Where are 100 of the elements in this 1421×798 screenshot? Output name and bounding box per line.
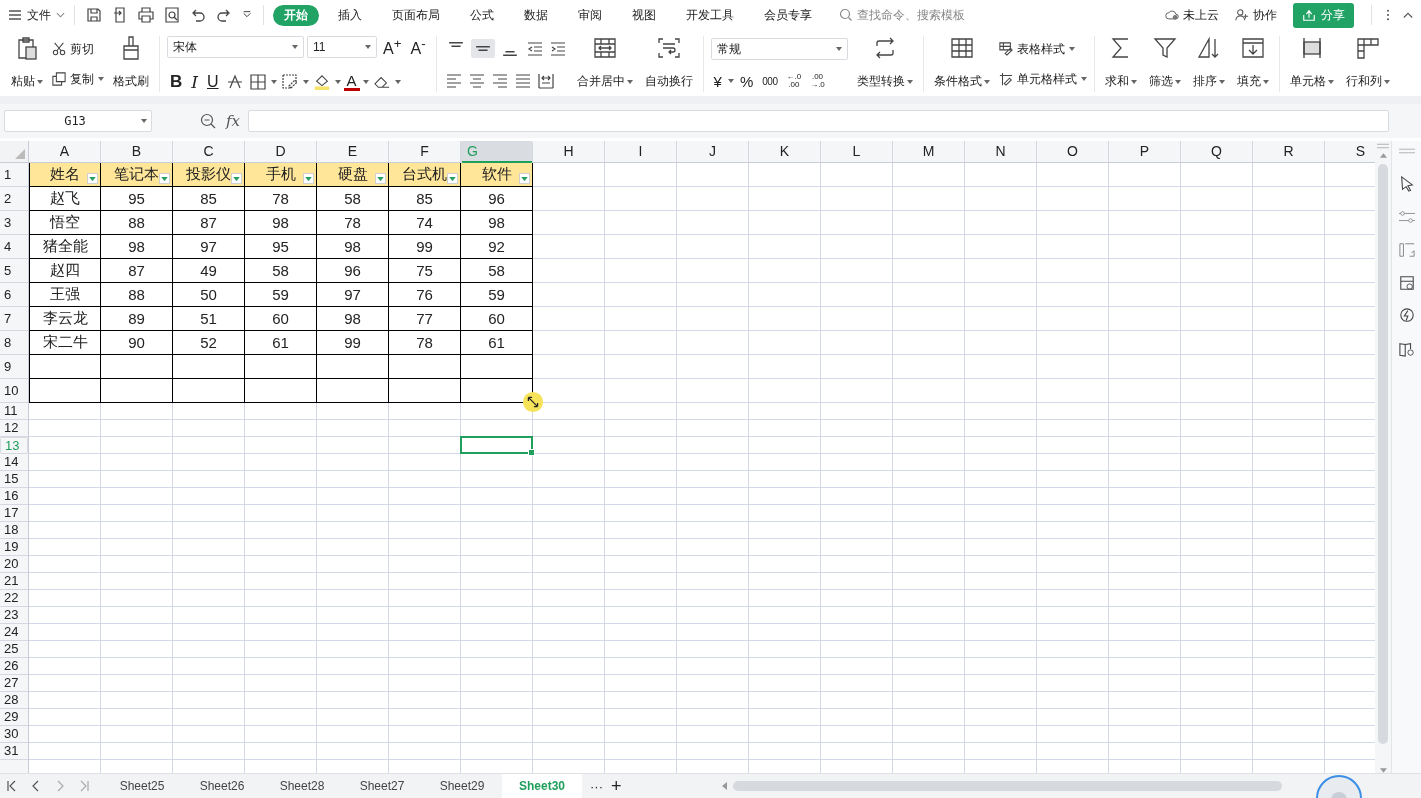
- row-header[interactable]: 15: [0, 471, 28, 488]
- collaborate-button[interactable]: 协作: [1235, 6, 1277, 24]
- row-header[interactable]: 24: [0, 624, 28, 641]
- thousands-separator-button[interactable]: 000: [759, 75, 781, 87]
- filter-dropdown-button[interactable]: [159, 173, 170, 184]
- formula-input[interactable]: [248, 110, 1389, 132]
- conditional-format-button[interactable]: 条件格式: [930, 32, 993, 96]
- row-header[interactable]: 28: [0, 692, 28, 709]
- copy-button[interactable]: 复制: [52, 70, 104, 88]
- row-header[interactable]: 18: [0, 522, 28, 539]
- increase-font-size-button[interactable]: A$^{+}$: [380, 35, 405, 59]
- row-header[interactable]: 6: [0, 283, 28, 307]
- row-header[interactable]: 29: [0, 709, 28, 726]
- row-header[interactable]: 11: [0, 403, 28, 420]
- vertical-align-button[interactable]: [470, 39, 495, 59]
- row-header[interactable]: 3: [0, 211, 28, 235]
- align-left-icon[interactable]: [445, 72, 462, 89]
- decrease-indent-icon[interactable]: [526, 40, 543, 57]
- percent-button[interactable]: %: [736, 72, 757, 90]
- format-painter-button[interactable]: 格式刷: [110, 32, 152, 96]
- add-sheet-button[interactable]: +: [611, 775, 622, 797]
- column-header[interactable]: N: [965, 141, 1037, 163]
- save-icon[interactable]: [86, 7, 102, 23]
- column-header[interactable]: H: [533, 141, 605, 163]
- print-preview-icon[interactable]: [164, 7, 180, 23]
- column-header[interactable]: M: [893, 141, 965, 163]
- pointer-icon[interactable]: [1398, 176, 1415, 192]
- sliders-icon[interactable]: [1398, 209, 1415, 225]
- ribbon-tab[interactable]: 视图: [621, 4, 667, 26]
- file-menu[interactable]: 文件: [8, 6, 65, 24]
- column-header[interactable]: R: [1253, 141, 1325, 163]
- justify-icon[interactable]: [514, 72, 531, 89]
- print-icon[interactable]: [138, 7, 154, 23]
- column-header[interactable]: Q: [1181, 141, 1253, 163]
- cell-style-button[interactable]: 单元格样式: [998, 70, 1087, 88]
- ribbon-tab[interactable]: 数据: [513, 4, 559, 26]
- paste-button[interactable]: 粘贴: [8, 32, 46, 96]
- insert-function-button[interactable]: fx: [226, 112, 240, 130]
- row-header[interactable]: 8: [0, 331, 28, 355]
- row-header[interactable]: 1: [0, 163, 28, 187]
- row-header[interactable]: 14: [0, 454, 28, 471]
- table-style-button[interactable]: 表格样式: [998, 40, 1087, 58]
- column-header[interactable]: P: [1109, 141, 1181, 163]
- row-header[interactable]: 30: [0, 726, 28, 743]
- ribbon-tab[interactable]: 开发工具: [675, 4, 745, 26]
- column-header[interactable]: L: [821, 141, 893, 163]
- sum-button[interactable]: 求和: [1101, 32, 1140, 96]
- align-center-icon[interactable]: [468, 72, 485, 89]
- filter-dropdown-button[interactable]: [303, 173, 314, 184]
- column-header[interactable]: F: [389, 141, 461, 163]
- row-header[interactable]: 31: [0, 743, 28, 760]
- previous-sheet-icon[interactable]: [31, 780, 41, 792]
- cell-button[interactable]: 单元格: [1286, 32, 1337, 96]
- row-header[interactable]: 16: [0, 488, 28, 505]
- strikethrough-icon[interactable]: [226, 74, 243, 91]
- merge-center-button[interactable]: 合并居中: [573, 32, 636, 96]
- underline-button[interactable]: U: [204, 73, 222, 92]
- distributed-align-icon[interactable]: [537, 72, 554, 89]
- transform-icon[interactable]: [1398, 242, 1415, 258]
- ribbon-tab[interactable]: 会员专享: [753, 4, 823, 26]
- decrease-font-size-button[interactable]: A$^{-}$: [407, 35, 429, 59]
- ribbon-tab[interactable]: 页面布局: [381, 4, 451, 26]
- row-header[interactable]: 10: [0, 379, 28, 403]
- book-search-icon[interactable]: [1398, 341, 1415, 357]
- type-convert-button[interactable]: 类型转换: [853, 32, 916, 96]
- ribbon-tab[interactable]: 公式: [459, 4, 505, 26]
- increase-indent-icon[interactable]: [549, 40, 566, 57]
- row-header[interactable]: 22: [0, 590, 28, 607]
- cut-button[interactable]: 剪切: [52, 40, 104, 58]
- fill-color-icon[interactable]: [313, 74, 330, 91]
- sheet-tab[interactable]: Sheet29: [422, 774, 502, 798]
- ribbon-tab[interactable]: 审阅: [567, 4, 613, 26]
- command-search[interactable]: 查找命令、搜索模板: [839, 7, 989, 23]
- scroll-thumb[interactable]: [1378, 164, 1388, 744]
- column-header[interactable]: I: [605, 141, 677, 163]
- font-color-button[interactable]: A: [343, 73, 360, 91]
- sort-button[interactable]: 排序: [1189, 32, 1228, 96]
- column-header[interactable]: J: [677, 141, 749, 163]
- name-box[interactable]: G13: [4, 110, 152, 132]
- column-header[interactable]: A: [29, 141, 101, 163]
- column-header[interactable]: C: [173, 141, 245, 163]
- align-right-icon[interactable]: [491, 72, 508, 89]
- row-header[interactable]: 26: [0, 658, 28, 675]
- sheet-tab[interactable]: Sheet25: [102, 774, 182, 798]
- column-header[interactable]: K: [749, 141, 821, 163]
- row-header[interactable]: 7: [0, 307, 28, 331]
- cloud-status-button[interactable]: 未上云: [1165, 6, 1219, 24]
- more-sheets-button[interactable]: ···: [590, 778, 603, 794]
- filter-dropdown-button[interactable]: [447, 173, 458, 184]
- row-header[interactable]: 9: [0, 355, 28, 379]
- cell-format-icon[interactable]: [281, 74, 298, 91]
- decimal-places-button[interactable]: ←.0 .00: [783, 73, 805, 90]
- row-header[interactable]: 25: [0, 641, 28, 658]
- row-header[interactable]: 17: [0, 505, 28, 522]
- row-header[interactable]: 4: [0, 235, 28, 259]
- italic-button[interactable]: I: [188, 72, 201, 93]
- sheet-tab[interactable]: Sheet27: [342, 774, 422, 798]
- font-name-select[interactable]: 宋体: [167, 36, 304, 59]
- row-header[interactable]: 2: [0, 187, 28, 211]
- ribbon-tab[interactable]: 插入: [327, 4, 373, 26]
